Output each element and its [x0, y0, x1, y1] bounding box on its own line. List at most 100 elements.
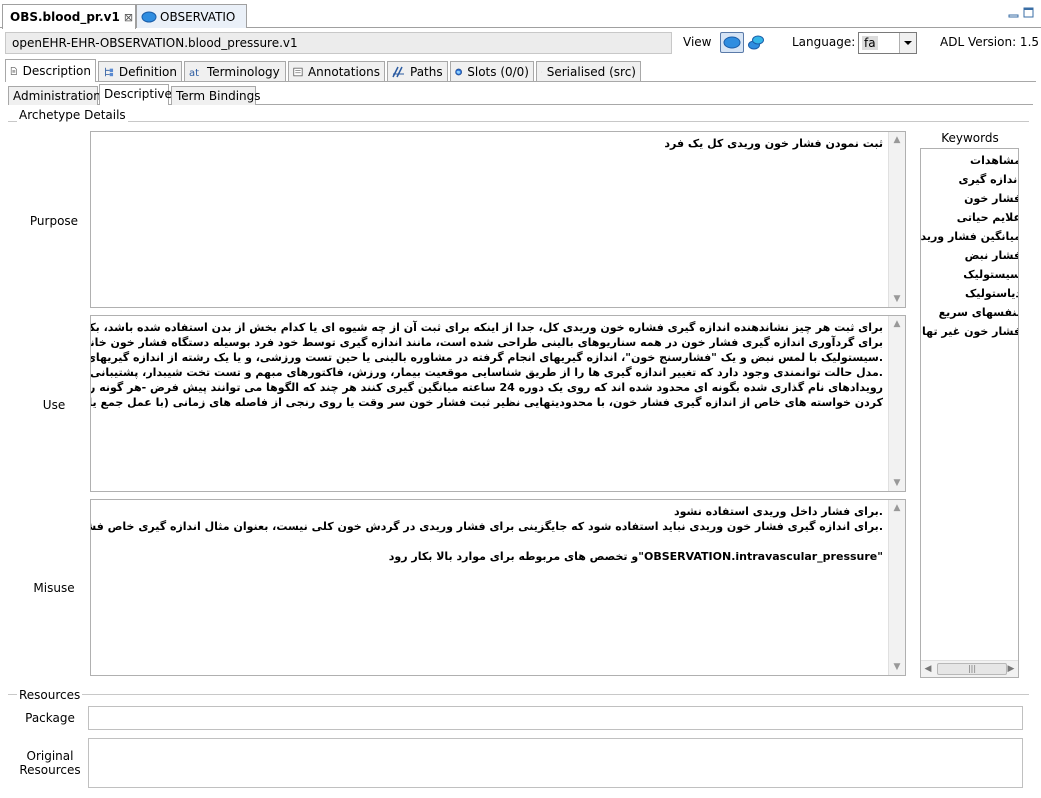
keyword-item[interactable]: سیستولیک [921, 265, 1018, 284]
flat-view-icon [723, 36, 741, 49]
tab-paths[interactable]: Paths [387, 61, 448, 81]
misuse-label: Misuse [33, 581, 75, 595]
view-label: View [683, 35, 712, 49]
close-tab-icon[interactable]: ⊠ [124, 11, 133, 24]
tab-definition[interactable]: Definition [98, 61, 182, 81]
editor-tab-label: OBS.blood_pr.v1 [10, 10, 120, 24]
tab-label: Description [22, 64, 91, 78]
scroll-down-icon[interactable]: ▼ [889, 475, 905, 491]
tab-label: Annotations [307, 64, 380, 79]
original-resources-label-line1: Original [26, 749, 74, 763]
tab-label: Definition [118, 64, 177, 79]
keyword-item[interactable]: دیاستولیک [921, 284, 1018, 303]
scroll-right-icon[interactable]: ▶ [1004, 661, 1018, 677]
text-line [99, 534, 883, 549]
misuse-scrollbar[interactable]: ▲ ▼ [888, 500, 905, 675]
main-tab-bar: Description Definition at Terminology An… [5, 59, 1036, 82]
purpose-scrollbar[interactable]: ▲ ▼ [888, 132, 905, 307]
keywords-list[interactable]: مشاهدات اندازه گیری فشار خون علایم حیاتی میا… [920, 148, 1019, 678]
text-line: .برای اندازه گیری فشار خون وریدی نباید ا… [91, 520, 883, 533]
text-line: .سیستولیک با لمس نبض و یک "فشارسنج خون"،… [90, 351, 883, 364]
use-text: برای ثبت هر چیز نشاندهنده اندازه گیری فش… [90, 320, 883, 410]
tab-label: Slots (0/0) [467, 64, 529, 79]
language-label: Language: [792, 35, 856, 49]
keywords-hscrollbar[interactable]: ◀ ||| ▶ [921, 660, 1018, 677]
dropdown-arrow[interactable] [899, 33, 916, 53]
text-line: .برای فشار داخل وریدی استفاده نشود [673, 505, 883, 518]
tab-slots[interactable]: Slots (0/0) [450, 61, 534, 81]
tab-description[interactable]: Description [5, 59, 96, 82]
observation-ellipse-icon [141, 11, 157, 22]
keyword-item[interactable]: مشاهدات [921, 151, 1018, 170]
scroll-left-icon[interactable]: ◀ [921, 661, 935, 677]
chevron-down-icon [904, 41, 912, 45]
use-scrollbar[interactable]: ▲ ▼ [888, 316, 905, 491]
archetype-id-field: openEHR-EHR-OBSERVATION.blood_pressure.v… [5, 32, 672, 54]
text-line: ثبت نمودن فشار خون وریدی کل یک فرد [664, 137, 883, 150]
purpose-text: ثبت نمودن فشار خون وریدی کل یک فرد [99, 136, 883, 151]
archetype-details-title: Archetype Details [17, 108, 128, 122]
package-label: Package [25, 711, 75, 725]
text-line: برای ثبت هر چیز نشاندهنده اندازه گیری فش… [90, 321, 883, 334]
tab-label: Terminology [207, 64, 280, 79]
tab-serialised[interactable]: Serialised (src) [536, 61, 641, 81]
text-at-icon: at [189, 68, 199, 79]
scroll-thumb[interactable]: ||| [937, 663, 1007, 675]
scroll-down-icon[interactable]: ▼ [889, 291, 905, 307]
purpose-label: Purpose [29, 214, 79, 228]
keyword-item[interactable]: فشار خون [921, 189, 1018, 208]
purpose-textarea[interactable]: ثبت نمودن فشار خون وریدی کل یک فرد ▲ ▼ [90, 131, 906, 308]
tab-annotations[interactable]: Annotations [288, 61, 385, 81]
editor-tab-label: OBSERVATIO [160, 9, 236, 24]
maximize-icon[interactable] [1023, 7, 1034, 18]
adl-version-label: ADL Version: 1.5 [940, 35, 1040, 49]
tab-label: Paths [410, 64, 443, 79]
document-icon [10, 67, 17, 75]
package-input[interactable] [88, 706, 1023, 730]
resources-title: Resources [17, 688, 83, 702]
scroll-up-icon[interactable]: ▲ [889, 132, 905, 148]
keyword-item[interactable]: میانگین فشار وریدی [921, 227, 1018, 246]
svg-text:at: at [189, 68, 199, 79]
keyword-item[interactable]: فشار خون غیر تهاجمی [921, 322, 1018, 341]
keywords-title: Keywords [941, 131, 999, 145]
keyword-item[interactable]: علایم حیاتی [921, 208, 1018, 227]
keyword-item[interactable]: اندازه گیری [921, 170, 1019, 189]
misuse-text: .برای فشار داخل وریدی استفاده نشود .برای … [91, 504, 883, 564]
text-line: رویدادهای نام گذاری شده بگونه ای محدود ش… [91, 381, 883, 394]
original-resources-input[interactable] [88, 738, 1023, 788]
subtab-administration[interactable]: Administration [8, 86, 101, 105]
resources-border [8, 694, 1029, 695]
keywords-items: مشاهدات اندازه گیری فشار خون علایم حیاتی میا… [921, 149, 1018, 341]
editor-tab-strip: OBS.blood_pr.v1 ⊠ OBSERVATIO [0, 0, 1041, 29]
archetype-details-border [8, 121, 1029, 122]
use-label: Use [42, 398, 66, 412]
language-value: fa [862, 36, 878, 50]
scroll-down-icon[interactable]: ▼ [889, 659, 905, 675]
text-line: برای گردآوری اندازه گیری فشار خون در همه… [90, 336, 883, 349]
language-select[interactable]: fa [858, 32, 917, 54]
path-icon [392, 66, 404, 77]
original-resources-label-line2: Resources [19, 763, 81, 777]
original-resources-label: Original Resources [14, 749, 86, 777]
editor-tab-obs-blood-pressure[interactable]: OBS.blood_pr.v1 ⊠ [2, 4, 136, 29]
scroll-up-icon[interactable]: ▲ [889, 500, 905, 516]
subtab-descriptive[interactable]: Descriptive [99, 84, 172, 105]
text-line: .مدل حالت توانمندی وجود دارد که تغییر ان… [90, 366, 883, 379]
minimize-icon[interactable] [1008, 7, 1019, 18]
use-textarea[interactable]: برای ثبت هر چیز نشاندهنده اندازه گیری فش… [90, 315, 906, 492]
keyword-item[interactable]: تنفسهای سریع [921, 303, 1018, 322]
keyword-item[interactable]: فشار نبض [921, 246, 1018, 265]
misuse-textarea[interactable]: .برای فشار داخل وریدی استفاده نشود .برای … [90, 499, 906, 676]
subtab-term-bindings[interactable]: Term Bindings [171, 86, 261, 105]
editor-tab-observation[interactable]: OBSERVATIO [136, 4, 247, 28]
note-icon [293, 67, 303, 76]
text-line: کردن خواسته های خاص از اندازه گیری فشار … [91, 396, 883, 409]
tree-icon [105, 67, 114, 76]
scroll-up-icon[interactable]: ▲ [889, 316, 905, 332]
tab-terminology[interactable]: at Terminology [184, 61, 286, 81]
view-flat-button[interactable] [720, 32, 744, 53]
differential-view-icon [748, 35, 764, 50]
view-differential-button[interactable] [746, 32, 766, 53]
source-document-icon [541, 71, 542, 72]
